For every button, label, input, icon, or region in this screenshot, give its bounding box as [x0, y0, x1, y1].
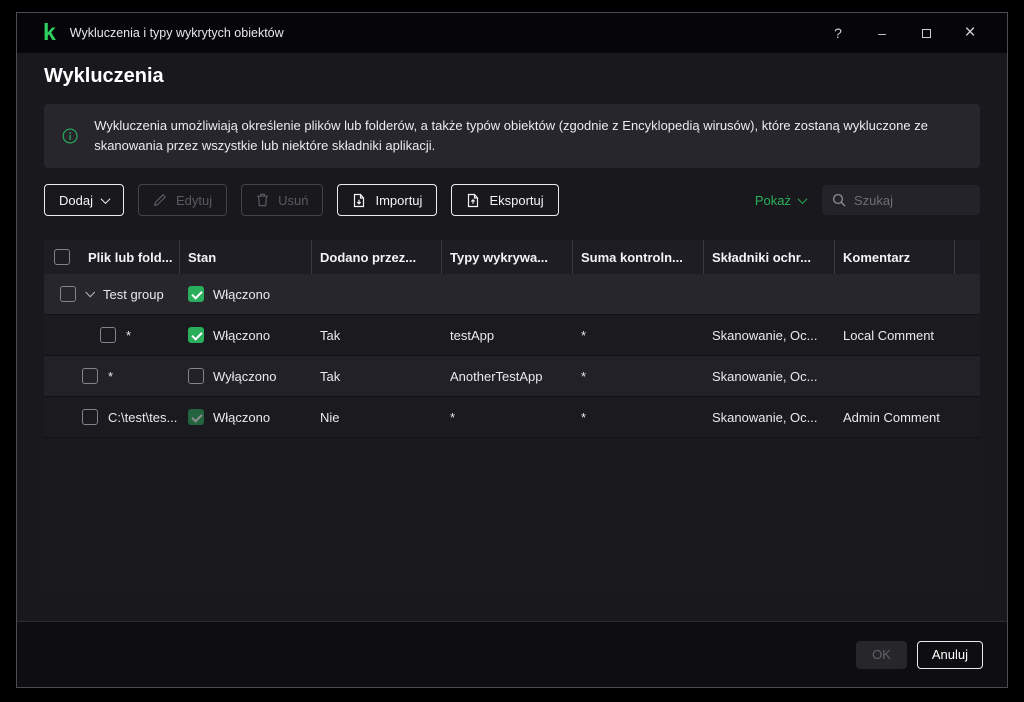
window-controls: ? – ×: [823, 19, 985, 47]
help-button[interactable]: ?: [823, 19, 853, 47]
export-button-label: Eksportuj: [489, 192, 544, 208]
row-state-checkbox[interactable]: [188, 327, 204, 344]
group-name: Test group: [103, 286, 164, 302]
search-box: [822, 185, 980, 216]
chevron-down-icon: [797, 193, 808, 204]
table-row[interactable]: * Włączono Tak testApp * Skanowanie, Oc.…: [44, 315, 980, 357]
kaspersky-logo-icon: k: [43, 18, 56, 45]
group-state-cell: Włączono: [180, 286, 312, 303]
row-path-cell: *: [44, 368, 180, 385]
row-components: Skanowanie, Oc...: [712, 368, 818, 384]
toolbar: Dodaj Edytuj Usuń Importuj Eksportuj Pok…: [44, 184, 980, 217]
row-checkbox[interactable]: [82, 368, 98, 385]
select-all-checkbox[interactable]: [54, 249, 70, 266]
row-state-cell: Włączono: [180, 409, 312, 426]
row-path: *: [108, 368, 114, 384]
info-icon: [62, 128, 78, 144]
import-icon: [354, 193, 365, 207]
table-row[interactable]: C:\test\tes... Włączono Nie * * Skanowan…: [44, 397, 980, 439]
row-path: *: [126, 327, 132, 343]
chevron-down-icon: [100, 193, 111, 204]
row-path: C:\test\tes...: [108, 409, 178, 425]
app-window: k Wykluczenia i typy wykrytych obiektów …: [16, 12, 1008, 688]
import-button-label: Importuj: [375, 192, 423, 208]
row-checksum: *: [581, 368, 587, 384]
row-checkbox[interactable]: [82, 409, 98, 426]
column-header-checksum: Suma kontroln...: [573, 240, 704, 275]
import-button[interactable]: Importuj: [337, 184, 438, 217]
row-state-cell: Wyłączono: [180, 368, 312, 385]
add-button-label: Dodaj: [59, 192, 93, 208]
row-types: AnotherTestApp: [450, 368, 543, 384]
row-comment: Admin Comment: [843, 409, 940, 425]
close-button[interactable]: ×: [955, 19, 985, 47]
trash-icon: [257, 194, 269, 207]
export-button[interactable]: Eksportuj: [451, 184, 559, 217]
row-types: *: [450, 409, 456, 425]
content-area: Wykluczenia Wykluczenia umożliwiają okre…: [17, 53, 1007, 621]
search-icon: [832, 194, 846, 207]
info-banner: Wykluczenia umożliwiają określenie plikó…: [44, 104, 980, 169]
row-comment: Local Comment: [843, 327, 935, 343]
delete-button[interactable]: Usuń: [241, 184, 324, 217]
row-path-cell: C:\test\tes...: [44, 409, 180, 426]
maximize-icon: [921, 28, 931, 38]
table-row[interactable]: * Wyłączono Tak AnotherTestApp * Skanowa…: [44, 356, 980, 398]
group-expand-chevron-icon[interactable]: [85, 287, 96, 298]
row-state-checkbox[interactable]: [188, 409, 204, 426]
row-types: testApp: [450, 327, 495, 343]
export-icon: [468, 193, 479, 207]
delete-button-label: Usuń: [278, 192, 309, 208]
row-added-by: Tak: [320, 368, 341, 384]
group-state-label: Włączono: [213, 286, 271, 302]
row-components: Skanowanie, Oc...: [712, 327, 818, 343]
show-filter-button[interactable]: Pokaż: [754, 192, 808, 208]
exclusions-table: Plik lub fold... Stan Dodano przez... Ty…: [44, 240, 980, 595]
pencil-icon: [153, 194, 167, 207]
edit-button-label: Edytuj: [175, 192, 213, 208]
column-header-types: Typy wykrywa...: [442, 240, 573, 275]
add-button[interactable]: Dodaj: [44, 184, 124, 217]
row-state-checkbox[interactable]: [188, 368, 204, 385]
header-select-all-cell: [44, 240, 80, 274]
row-components: Skanowanie, Oc...: [712, 409, 818, 425]
maximize-button[interactable]: [911, 19, 941, 47]
group-row-checkbox[interactable]: [60, 286, 76, 303]
table-group-row[interactable]: Test group Włączono: [44, 274, 980, 316]
row-checksum: *: [581, 327, 587, 343]
dialog-footer: OK Anuluj: [17, 621, 1007, 687]
row-added-by: Tak: [320, 327, 341, 343]
ok-button[interactable]: OK: [856, 640, 907, 669]
column-header-components: Składniki ochr...: [704, 240, 835, 275]
group-name-cell: Test group: [44, 286, 180, 303]
row-state-label: Włączono: [213, 409, 271, 425]
column-header-path: Plik lub fold...: [80, 240, 180, 275]
row-checkbox[interactable]: [100, 327, 116, 344]
column-header-comment: Komentarz: [835, 240, 955, 275]
table-header: Plik lub fold... Stan Dodano przez... Ty…: [44, 240, 980, 275]
edit-button[interactable]: Edytuj: [137, 184, 228, 217]
window-title: Wykluczenia i typy wykrytych obiektów: [69, 26, 284, 40]
column-header-spacer: [955, 240, 980, 274]
row-path-cell: *: [44, 327, 180, 344]
row-added-by: Nie: [320, 409, 340, 425]
row-state-label: Wyłączono: [213, 368, 277, 384]
info-banner-text: Wykluczenia umożliwiają określenie plikó…: [94, 118, 928, 154]
row-checksum: *: [581, 409, 587, 425]
row-state-label: Włączono: [213, 327, 271, 343]
minimize-button[interactable]: –: [867, 19, 897, 47]
column-header-added-by: Dodano przez...: [312, 240, 442, 275]
show-filter-label: Pokaż: [754, 192, 791, 208]
title-bar: k Wykluczenia i typy wykrytych obiektów …: [17, 13, 1007, 53]
column-header-state: Stan: [180, 240, 312, 275]
group-state-checkbox[interactable]: [188, 286, 204, 303]
page-title: Wykluczenia: [44, 65, 164, 87]
cancel-button[interactable]: Anuluj: [916, 640, 983, 669]
row-state-cell: Włączono: [180, 327, 312, 344]
